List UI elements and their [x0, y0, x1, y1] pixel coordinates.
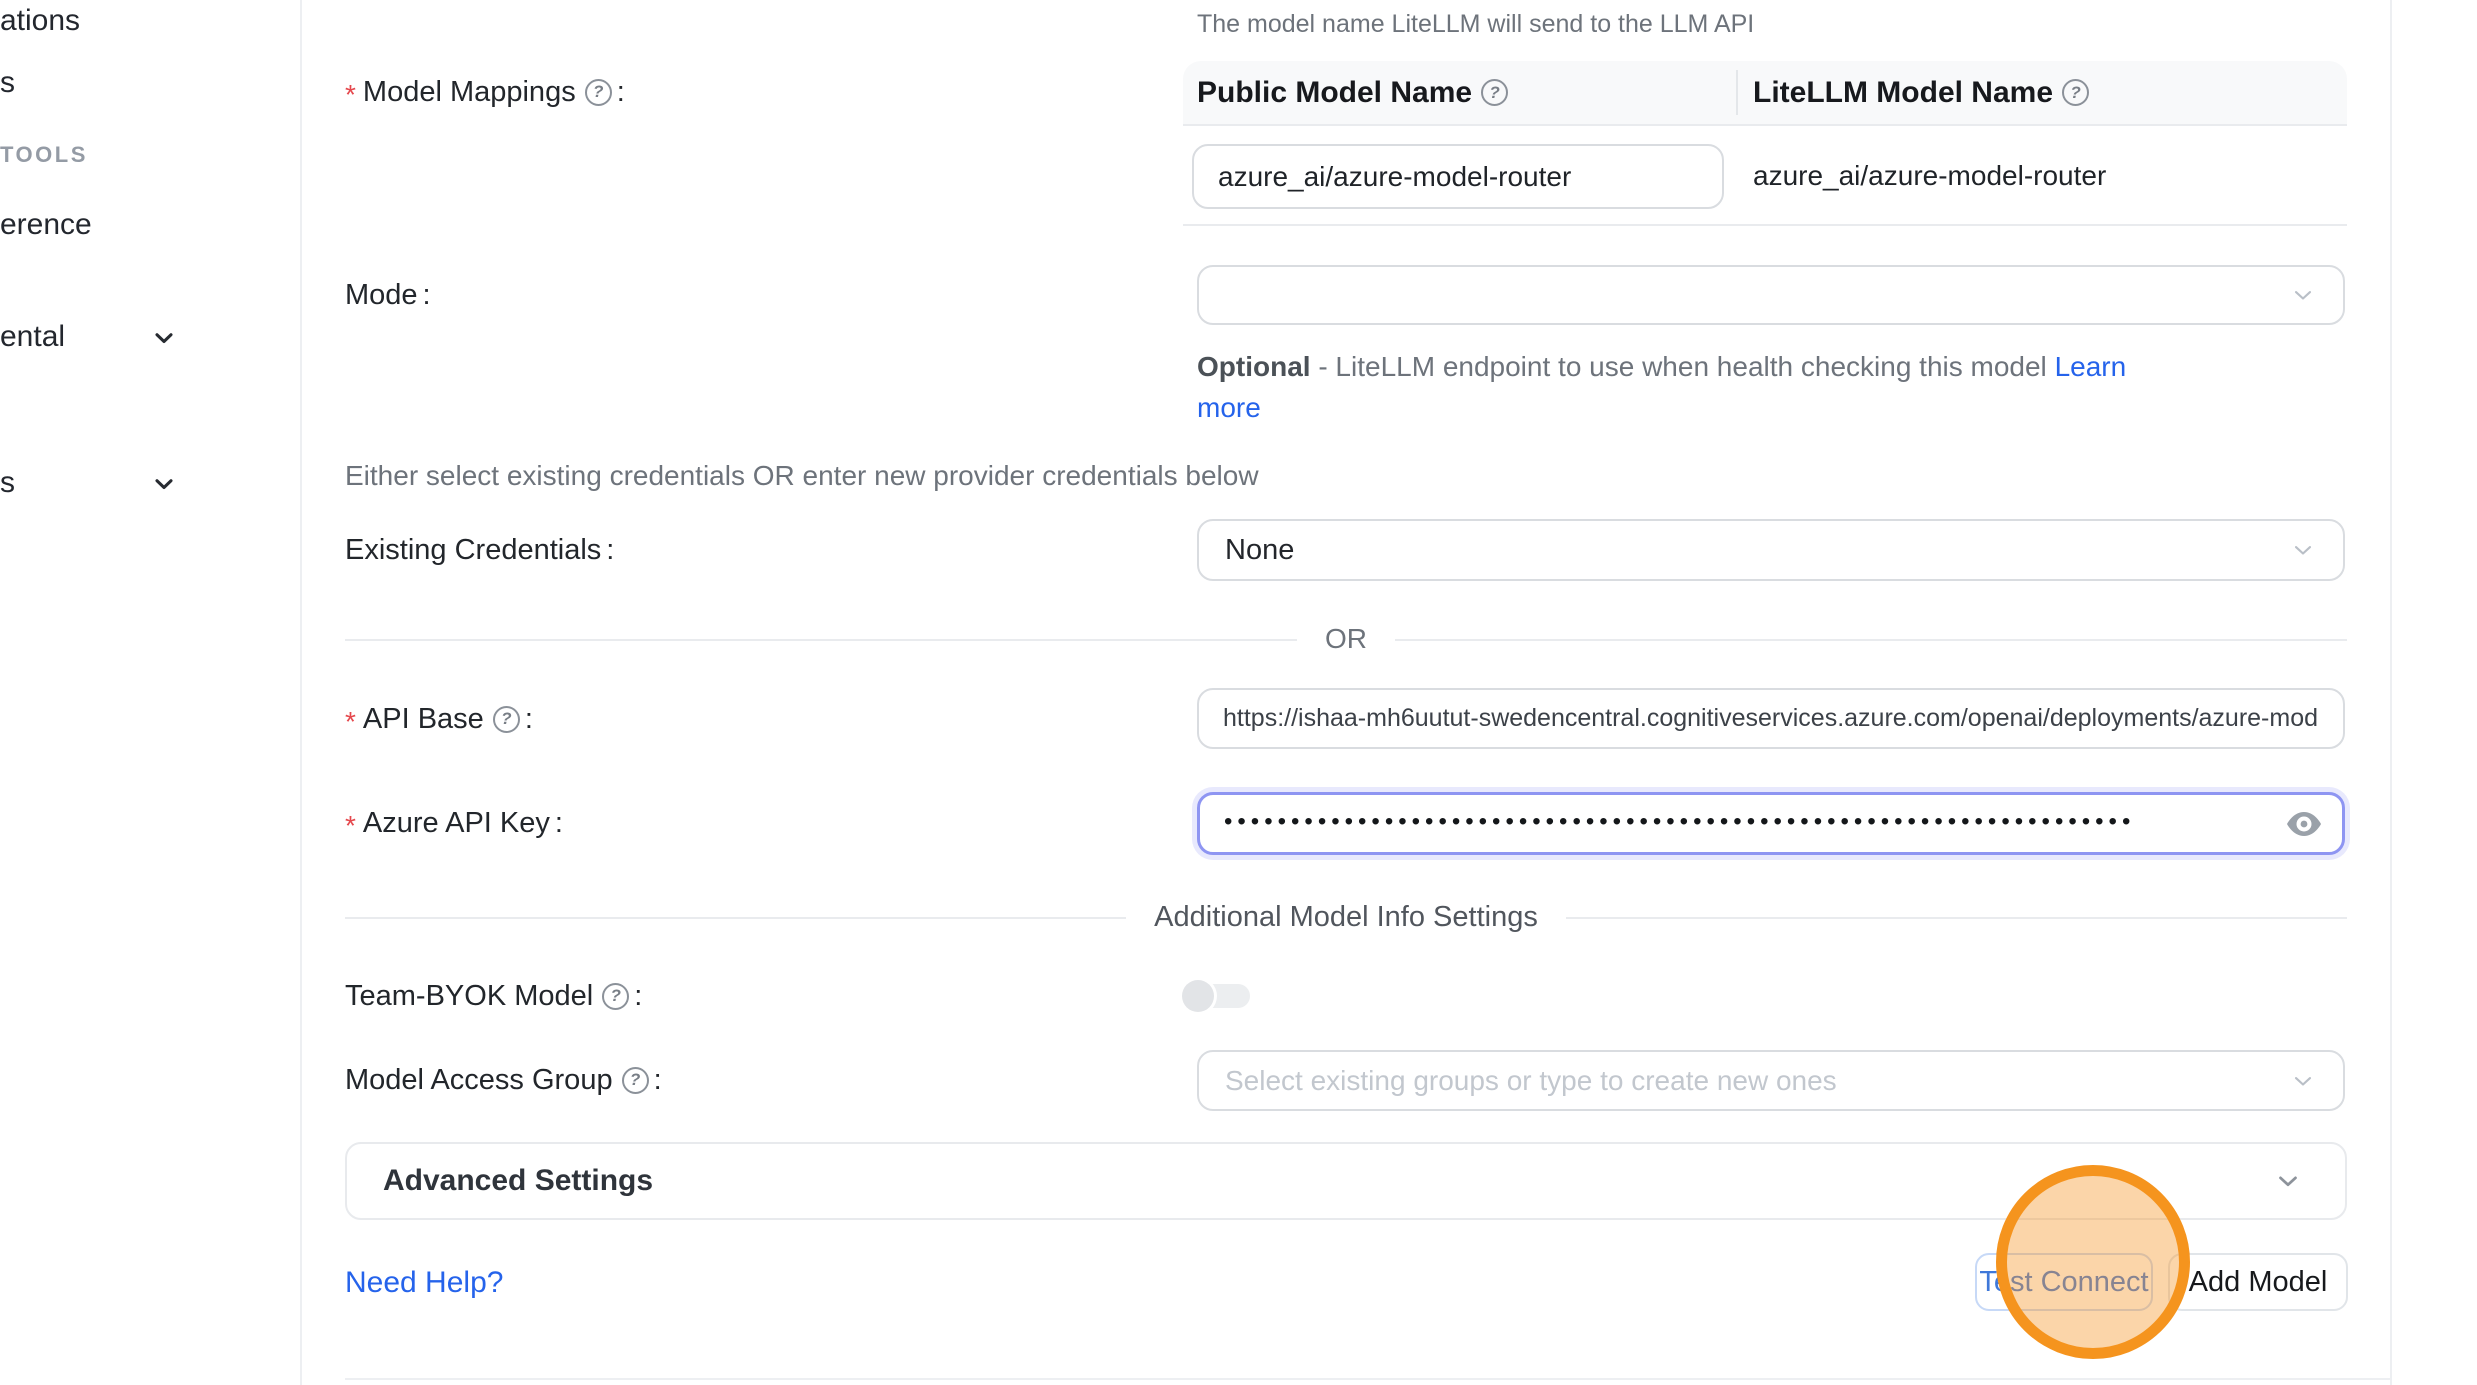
api-base-label: * API Base ? :: [345, 701, 533, 737]
question-circle-icon[interactable]: ?: [493, 706, 520, 733]
chevron-down-icon: [2273, 1166, 2303, 1196]
team-byok-toggle[interactable]: [1182, 980, 1250, 1012]
litellm-model-name-value: azure_ai/azure-model-router: [1753, 126, 2106, 226]
sidebar-item-reference[interactable]: erence: [0, 208, 92, 242]
learn-more-link[interactable]: Learn: [2055, 351, 2127, 382]
chevron-down-icon: [2289, 1067, 2317, 1095]
show-password-eye-icon[interactable]: [2284, 808, 2324, 840]
chevron-down-icon[interactable]: [150, 470, 178, 498]
question-circle-icon[interactable]: ?: [585, 79, 612, 106]
sidebar-item-organizations[interactable]: ations: [0, 4, 80, 38]
learn-more-link[interactable]: more: [1197, 392, 1261, 423]
existing-credentials-select[interactable]: None: [1197, 519, 2345, 581]
model-name-hint: The model name LiteLLM will send to the …: [1197, 10, 1754, 39]
panel-bottom-border: [345, 1378, 2390, 1380]
model-access-group-label: Model Access Group ? :: [345, 1062, 662, 1098]
sidebar-item-experimental[interactable]: ental: [0, 320, 65, 354]
question-circle-icon[interactable]: ?: [1481, 79, 1508, 106]
question-circle-icon[interactable]: ?: [622, 1067, 649, 1094]
model-access-group-select[interactable]: Select existing groups or type to create…: [1197, 1050, 2345, 1111]
mode-select[interactable]: [1197, 265, 2345, 325]
api-base-input[interactable]: [1197, 688, 2345, 749]
existing-credentials-label: Existing Credentials :: [345, 532, 614, 568]
azure-api-key-label: * Azure API Key :: [345, 805, 563, 841]
chevron-down-icon[interactable]: [150, 324, 178, 352]
toggle-knob: [1182, 980, 1214, 1012]
credentials-note: Either select existing credentials OR en…: [345, 460, 1259, 492]
need-help-link[interactable]: Need Help?: [345, 1266, 503, 1300]
column-divider: [1736, 70, 1738, 115]
header-litellm-model-name: LiteLLM Model Name ?: [1736, 76, 2089, 110]
test-connect-button[interactable]: Test Connect: [1975, 1253, 2153, 1311]
sidebar: ations s TOOLS erence ental s: [0, 0, 300, 1385]
add-model-button[interactable]: Add Model: [2168, 1253, 2348, 1311]
model-mappings-label: * Model Mappings ? :: [345, 74, 625, 110]
team-byok-label: Team-BYOK Model ? :: [345, 978, 642, 1014]
azure-api-key-input[interactable]: ••••••••••••••••••••••••••••••••••••••••…: [1197, 792, 2345, 855]
additional-info-divider: Additional Model Info Settings: [345, 897, 2347, 937]
chevron-down-icon: [2289, 281, 2317, 309]
mode-help-text: Optional - LiteLLM endpoint to use when …: [1197, 346, 2126, 428]
question-circle-icon[interactable]: ?: [2062, 79, 2089, 106]
required-asterisk: *: [345, 808, 356, 844]
header-public-model-name: Public Model Name ?: [1183, 76, 1736, 110]
chevron-down-icon: [2289, 536, 2317, 564]
masked-api-key: ••••••••••••••••••••••••••••••••••••••••…: [1200, 808, 2260, 836]
required-asterisk: *: [345, 704, 356, 740]
advanced-settings-toggle[interactable]: Advanced Settings: [345, 1142, 2347, 1220]
or-divider: OR: [345, 619, 2347, 659]
model-mappings-table: Public Model Name ? LiteLLM Model Name ?…: [1183, 61, 2347, 226]
sidebar-border: [300, 0, 302, 1385]
question-circle-icon[interactable]: ?: [602, 983, 629, 1010]
table-header: Public Model Name ? LiteLLM Model Name ?: [1183, 61, 2347, 124]
sidebar-item-2[interactable]: s: [0, 66, 15, 100]
content-right-border: [2390, 0, 2392, 1385]
mode-label: Mode :: [345, 277, 431, 313]
required-asterisk: *: [345, 77, 356, 113]
sidebar-item-settings[interactable]: s: [0, 466, 15, 500]
table-row: azure_ai/azure-model-router: [1183, 126, 2347, 226]
sidebar-section-tools: TOOLS: [0, 142, 88, 168]
add-model-page: ations s TOOLS erence ental s The model …: [0, 0, 2477, 1385]
public-model-name-input[interactable]: [1192, 144, 1724, 209]
select-placeholder: Select existing groups or type to create…: [1199, 1065, 1837, 1097]
